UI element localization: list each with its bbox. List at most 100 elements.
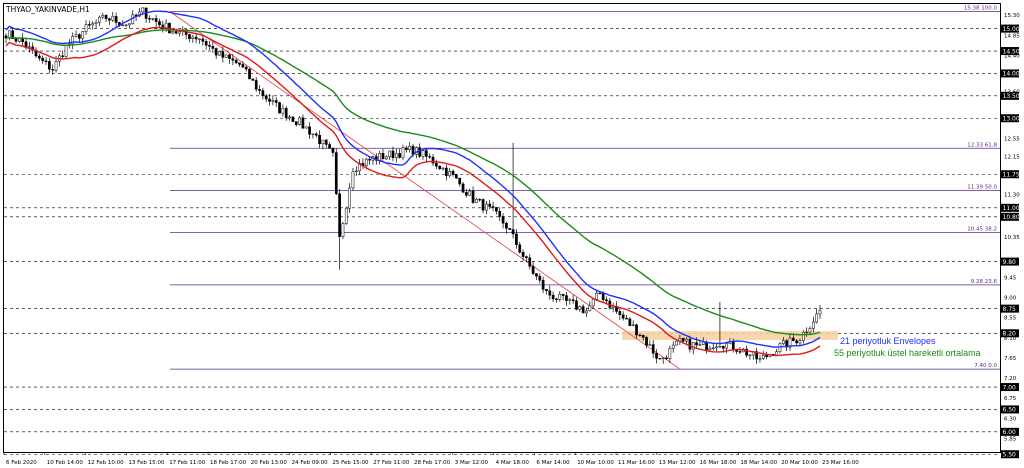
candle-body [675,340,678,346]
candle-body [568,299,572,301]
price-tag-text: 14.50 [1003,48,1020,55]
price-tick-label: 6.75 [1004,396,1017,402]
price-tag-text: 8.20 [1003,331,1017,338]
candle-body [571,299,575,302]
candle-body [121,24,125,27]
candle-body [645,337,648,346]
time-tick-label: 13 Mar 12:00 [659,460,696,466]
candle-body [48,61,51,70]
price-tag: 6.50 [1001,405,1019,414]
price-tag-text: 9.80 [1003,259,1017,266]
candle-body [701,341,705,345]
candle-body [308,126,311,135]
time-tick-label: 23 Mar 16:00 [822,460,859,466]
candle-body [538,275,542,281]
price-tick-label: 8.55 [1004,316,1017,322]
candle-body [805,331,809,334]
price-tag: 7.00 [1001,383,1019,391]
price-tag: 9.80 [1001,257,1019,266]
candle-body [691,342,695,350]
candle-body [174,31,178,34]
candle-body [368,158,371,161]
time-tick-label: 28 Feb 17:00 [414,460,451,466]
time-tick-label: 12 Feb 10:00 [88,460,125,466]
candle-body [428,156,432,158]
candle-body [154,18,158,22]
candle-body [435,162,438,167]
candle-body [201,38,205,42]
candle-body [314,133,318,136]
candle-body [598,292,602,295]
candle-body [521,252,525,257]
candle-body [498,210,502,217]
price-tag: 5.50 [1001,450,1019,459]
candle-body [341,223,345,237]
candle-body [408,145,412,150]
candle-body [274,100,278,103]
time-tick-label: 10 Feb 14:00 [47,460,84,466]
candle-body [561,293,565,296]
candle-body [485,203,488,211]
price-tag-text: 6.50 [1003,407,1017,414]
price-tag-text: 13.00 [1003,116,1020,123]
candle-body [815,313,819,323]
candle-body [278,102,281,114]
price-tag-text: 5.50 [1003,452,1017,459]
candle-body [7,30,11,39]
price-tick-label: 6.30 [1004,416,1017,422]
candle-body [758,358,762,360]
candle-body [401,147,405,158]
candle-body [625,318,628,320]
candle-body [638,334,642,337]
candle-body [421,150,425,157]
candle-body [801,332,805,341]
candle-body [264,95,268,100]
candle-body [211,45,215,49]
time-tick-label: 10 Mar 10:00 [577,460,614,466]
candle-body [565,295,568,301]
candle-body [508,227,512,230]
candle-body [448,170,452,176]
time-tick-label: 4 Mar 18:00 [496,460,530,466]
candle-body [655,353,658,359]
candle-body [108,18,111,21]
candle-body [224,54,228,58]
candle-body [151,18,155,20]
candlestick-chart[interactable]: 15.38 100.0 12.33 61.8 11.39 50.0 10.45 38.… [0,0,1024,468]
candle-body [351,171,355,189]
candle-body [188,34,191,39]
candle-body [94,22,98,24]
candle-body [288,116,291,119]
candle-body [601,292,605,301]
candle-body [445,167,448,176]
candle-body [104,15,108,19]
candle-body [98,16,101,23]
candle-body [78,34,81,39]
price-tag: 13.50 [1001,91,1020,100]
candle-body [811,321,815,329]
candle-body [334,152,338,194]
candle-body [128,23,131,26]
candle-body [261,90,265,97]
fib-level-label: 12.33 61.8 [967,142,997,148]
candle-body [101,15,105,18]
candle-body [798,340,802,344]
candle-body [54,61,58,71]
candle-body [234,59,238,64]
candle-body [618,311,622,316]
price-tag-text: 14.00 [1003,71,1020,78]
candle-body [631,324,635,326]
candle-body [141,7,145,13]
candle-body [64,44,68,57]
candle-body [535,273,538,277]
price-tick-label: 9.00 [1004,295,1017,301]
candle-body [418,147,422,157]
candle-body [795,340,798,344]
candle-body [465,192,468,196]
candle-body [404,147,408,150]
candle-body [321,139,325,145]
candle-body [528,257,532,267]
candle-body [191,36,195,39]
time-tick-label: 13 Feb 15:00 [128,460,165,466]
price-tag: 11.00 [1001,203,1020,212]
